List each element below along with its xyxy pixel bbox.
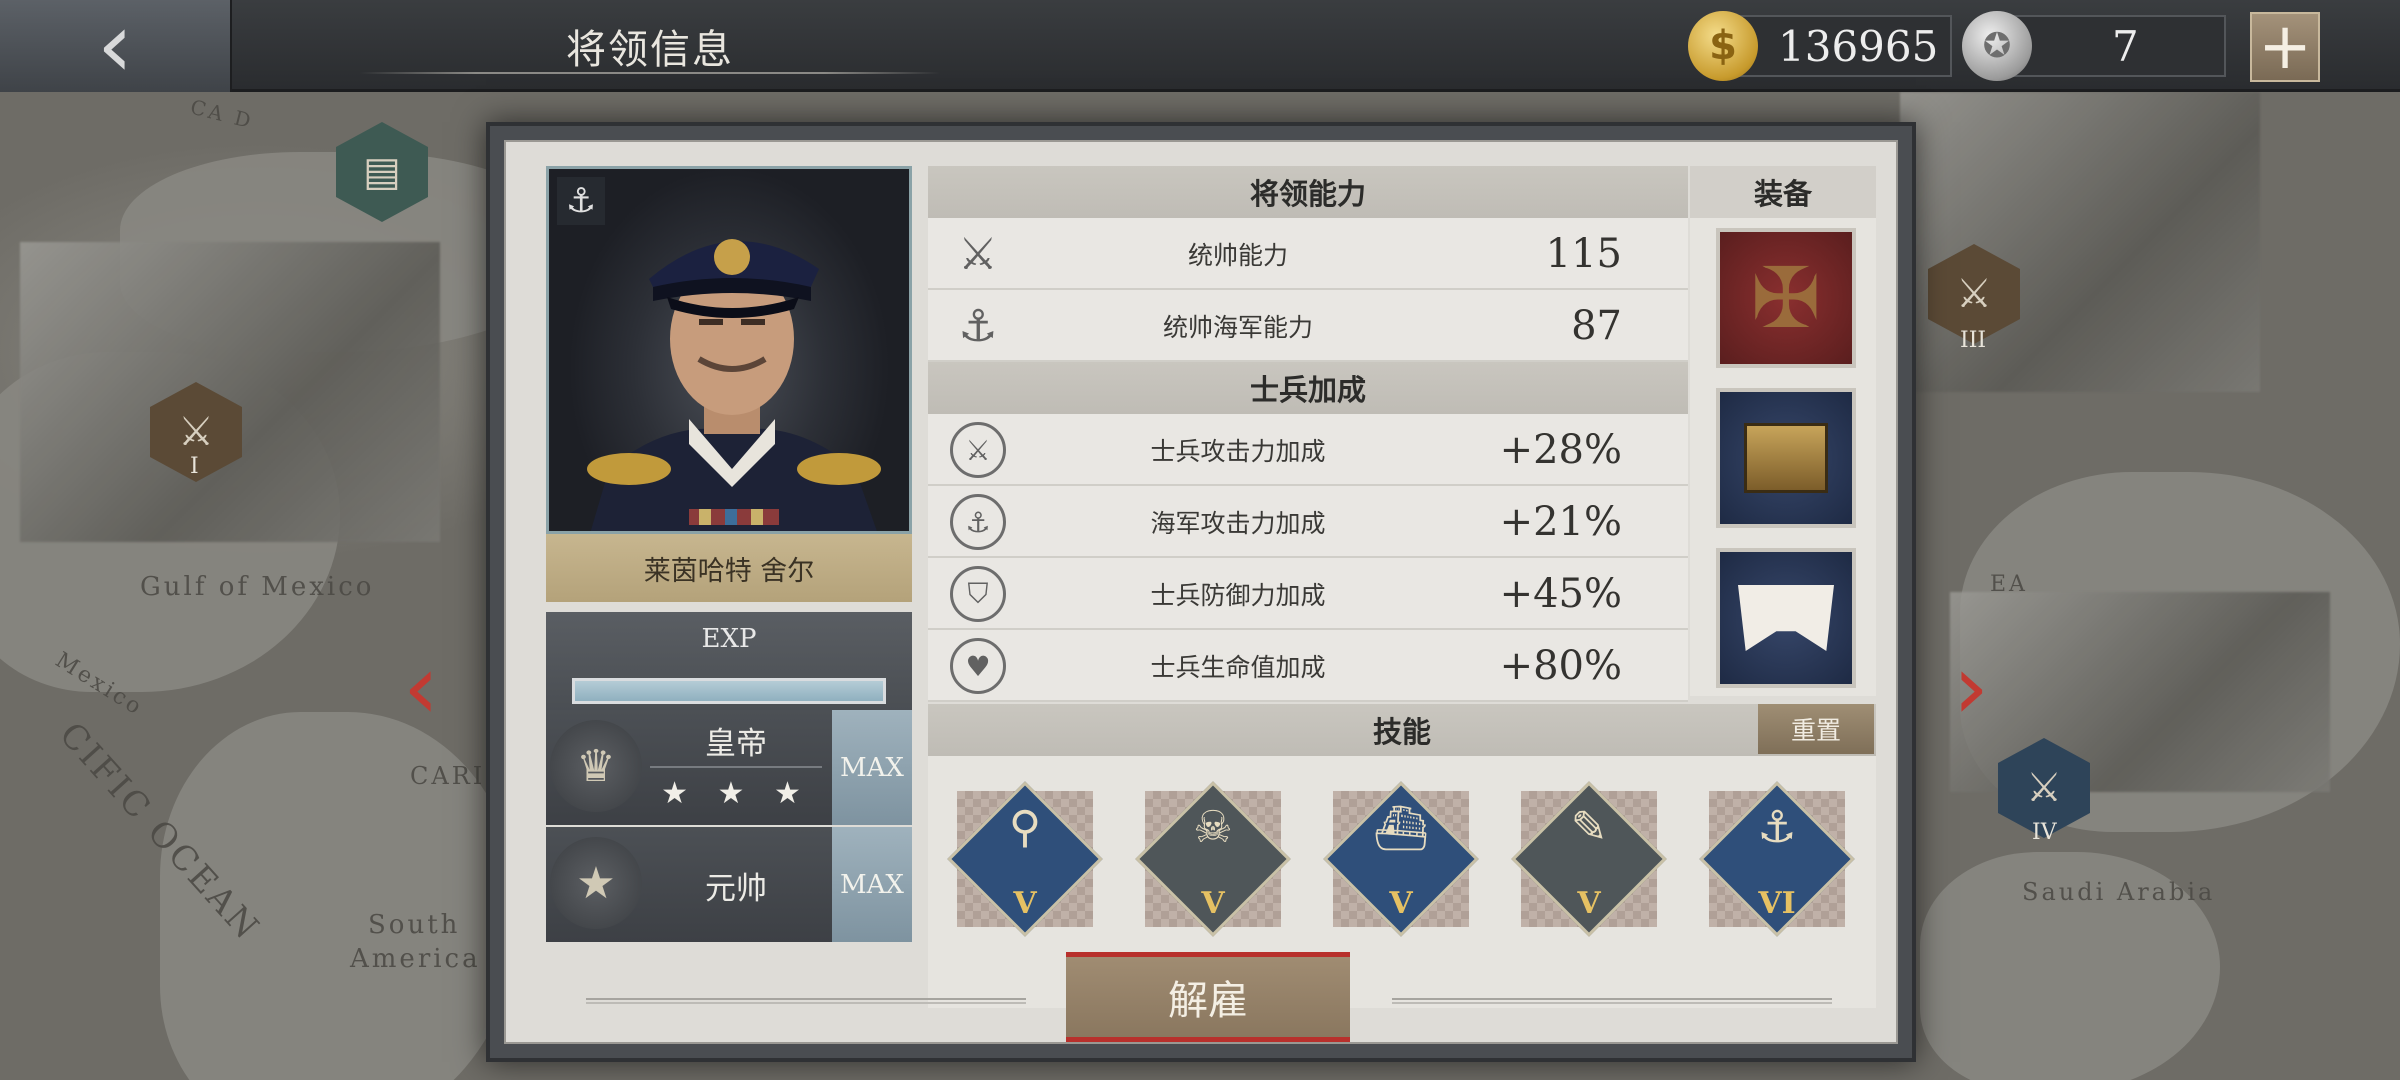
- commander-portrait: ⚓: [546, 166, 912, 534]
- bonus-label: 海军攻击力加成: [1150, 509, 1326, 538]
- rank-divider: [650, 766, 822, 768]
- next-commander-arrow[interactable]: ›: [1946, 632, 1996, 742]
- equipment-slot-medal[interactable]: ✠: [1716, 228, 1856, 368]
- decorative-line-left: [586, 998, 1026, 1004]
- marshal-insignia-icon: ★: [550, 837, 642, 929]
- navy-anchor-icon: ⚓: [557, 177, 605, 225]
- skill-slot-1[interactable]: ⚲ V: [940, 774, 1110, 944]
- ability-header: 将领能力: [928, 166, 1688, 218]
- exp-panel: EXP: [546, 612, 912, 724]
- exp-bar-fill: [575, 681, 883, 701]
- skill-slot-5[interactable]: ⚓ VI: [1692, 774, 1862, 944]
- map-label-sea: EA: [1990, 572, 2028, 597]
- exp-bar: [572, 678, 886, 704]
- attack-plus-icon: ⚔: [950, 422, 1006, 478]
- battleship-location-icon: ⚲: [1008, 802, 1042, 853]
- ability-label: 统帅海军能力: [1162, 313, 1313, 342]
- ability-value: 87: [1571, 303, 1622, 349]
- cross-medal-icon: ✠: [1750, 249, 1822, 347]
- skill-level: VI: [1758, 886, 1796, 921]
- artillery-icon: ✎: [1570, 802, 1608, 853]
- ability-row: ⚓ 统帅海军能力 87: [928, 290, 1688, 362]
- map-label-saudi-arabia: Saudi Arabia: [2022, 878, 2216, 906]
- equipment-slot-uniform[interactable]: [1716, 548, 1856, 688]
- gold-amount: 136965: [1778, 21, 1939, 71]
- ability-value: 115: [1545, 231, 1622, 277]
- skill-level: V: [1577, 886, 1601, 921]
- skill-level: V: [1013, 886, 1037, 921]
- medal-amount: 7: [2112, 21, 2139, 71]
- bonus-row: ⛉ 士兵防御力加成 +45%: [928, 558, 1688, 630]
- rank-max-badge: MAX: [832, 827, 912, 942]
- gold-counter: 136965: [1730, 15, 1952, 77]
- rank-stars: ★ ★ ★: [661, 776, 811, 811]
- top-bar: ‹ 将领信息 136965 $ 7 ✪ +: [0, 0, 2400, 92]
- equipment-header: 装备: [1690, 166, 1876, 218]
- map-label-caribbean: CARI: [410, 762, 486, 790]
- previous-commander-arrow[interactable]: ‹: [396, 632, 446, 742]
- skill-header: 技能: [928, 704, 1876, 756]
- bonus-label: 士兵生命值加成: [1150, 653, 1326, 682]
- decorative-line-right: [1392, 998, 1832, 1004]
- anchor-laurel-icon: ⚓: [1757, 802, 1797, 853]
- rank-row-emperor: ♛ 皇帝 ★ ★ ★ MAX: [546, 710, 912, 825]
- ability-label: 统帅能力: [1187, 241, 1288, 270]
- silver-medal-icon: ✪: [1962, 11, 2032, 81]
- equipment-panel: 装备 ✠: [1690, 166, 1876, 696]
- skill-slot-2[interactable]: ☠ V: [1128, 774, 1298, 944]
- map-label-gulf-of-mexico: Gulf of Mexico: [140, 572, 375, 602]
- bonus-header: 士兵加成: [928, 362, 1688, 414]
- skill-header-label: 技能: [1372, 715, 1431, 749]
- battleship-icon: ⛴: [1373, 803, 1429, 854]
- skill-slot-3[interactable]: ⛴ V: [1316, 774, 1486, 944]
- crossed-swords-icon: ⚔: [958, 228, 998, 280]
- fire-skull-icon: ☠: [1193, 802, 1233, 853]
- naval-plus-icon: ⚓: [950, 494, 1006, 550]
- shield-plus-icon: ⛉: [950, 566, 1006, 622]
- bonus-row: ⚔ 士兵攻击力加成 +28%: [928, 414, 1688, 486]
- map-battle-marker-iv-label: IV: [2032, 820, 2057, 845]
- gold-coin-icon: $: [1688, 11, 1758, 81]
- skill-slot-4[interactable]: ✎ V: [1504, 774, 1674, 944]
- bonus-row: ⚓ 海军攻击力加成 +21%: [928, 486, 1688, 558]
- bonus-label: 士兵攻击力加成: [1150, 437, 1326, 466]
- plus-icon: +: [2258, 10, 2312, 84]
- add-currency-button[interactable]: +: [2250, 12, 2320, 82]
- commander-info-dialog: ⚓ 莱茵哈特 舍尔 EXP ♛ 皇帝 ★ ★ ★ MAX ★ 元帅 MAX 将领…: [486, 122, 1916, 1062]
- dialog-content: ⚓ 莱茵哈特 舍尔 EXP ♛ 皇帝 ★ ★ ★ MAX ★ 元帅 MAX 将领…: [504, 140, 1898, 1044]
- telegraph-box-icon: [1744, 423, 1828, 493]
- bonus-label: 士兵防御力加成: [1150, 581, 1326, 610]
- rank-max-badge: MAX: [832, 710, 912, 825]
- map-battle-marker-iii-label: III: [1960, 328, 1987, 353]
- map-label-america: America: [350, 944, 481, 974]
- crown-icon: ♛: [550, 720, 642, 812]
- heart-plus-icon: ♥: [950, 638, 1006, 694]
- map-battle-marker-i-label: I: [190, 454, 199, 479]
- anchor-icon: ⚓: [958, 300, 998, 352]
- rank-title: 元帅: [705, 871, 767, 907]
- commander-name: 莱茵哈特 舍尔: [546, 534, 912, 602]
- skill-level: V: [1201, 886, 1225, 921]
- map-label-south: South: [368, 910, 461, 940]
- equipment-slot-telegraph[interactable]: [1716, 388, 1856, 528]
- ability-row: ⚔ 统帅能力 115: [928, 218, 1688, 290]
- bonus-row: ♥ 士兵生命值加成 +80%: [928, 630, 1688, 702]
- dismiss-commander-button[interactable]: 解雇: [1066, 952, 1350, 1042]
- bonus-value: +80%: [1499, 643, 1622, 689]
- skill-level: V: [1389, 886, 1413, 921]
- bonus-value: +28%: [1499, 427, 1622, 473]
- reset-skills-button[interactable]: 重置: [1758, 704, 1874, 754]
- chevron-left-icon: ‹: [97, 0, 133, 98]
- rank-row-marshal: ★ 元帅 MAX: [546, 827, 912, 942]
- exp-label: EXP: [701, 624, 757, 654]
- page-title: 将领信息: [566, 27, 734, 73]
- uniform-collar-icon: [1738, 585, 1834, 651]
- map-label-canada: CA D: [188, 94, 257, 134]
- bonus-value: +21%: [1499, 499, 1622, 545]
- rank-title: 皇帝: [705, 726, 767, 762]
- bonus-value: +45%: [1499, 571, 1622, 617]
- back-button[interactable]: ‹: [0, 0, 232, 92]
- title-underline: [360, 72, 940, 74]
